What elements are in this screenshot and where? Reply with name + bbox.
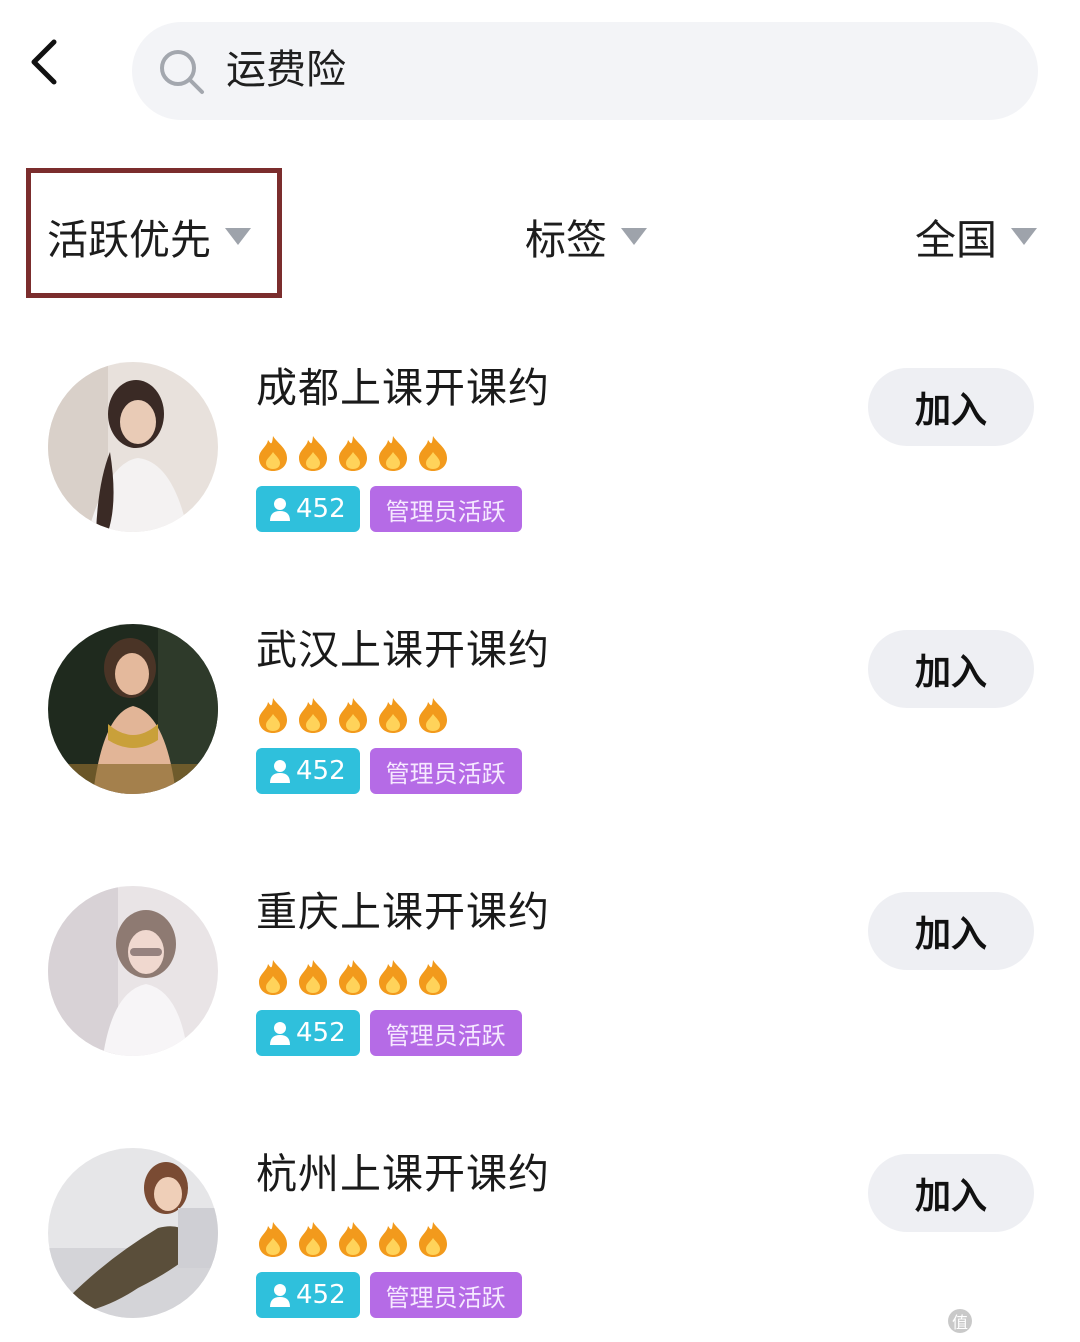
join-button[interactable]: 加入 (868, 1154, 1034, 1232)
filter-region-label: 全国 (915, 216, 997, 264)
flame-icon (339, 698, 367, 733)
filter-tag[interactable]: 标签 (525, 206, 647, 266)
member-count: 452 (296, 1018, 346, 1048)
flame-icon (299, 698, 327, 733)
rating-flames (256, 434, 450, 472)
filter-tag-label: 标签 (525, 216, 607, 264)
join-button[interactable]: 加入 (868, 630, 1034, 708)
person-icon (270, 498, 290, 521)
join-button[interactable]: 加入 (868, 892, 1034, 970)
watermark-text: 什么值得买 (978, 1310, 1078, 1334)
avatar (48, 886, 218, 1056)
filter-active-label: 活跃优先 (47, 216, 211, 264)
back-button[interactable] (14, 32, 74, 92)
flame-icon (339, 436, 367, 471)
watermark-logo-icon: 值 (948, 1308, 972, 1333)
top-bar: 运费险 (0, 0, 1080, 140)
join-button[interactable]: 加入 (868, 368, 1034, 446)
group-title: 成都上课开课约 (256, 364, 550, 412)
flame-icon (299, 1222, 327, 1257)
watermark: 值 什么值得买 (948, 1306, 1078, 1335)
flame-icon (259, 1222, 287, 1257)
flame-icon (419, 960, 447, 995)
filter-region[interactable]: 全国 (915, 206, 1037, 266)
search-bar[interactable]: 运费险 (132, 22, 1038, 120)
caret-down-icon (1011, 227, 1037, 245)
admin-active-badge: 管理员活跃 (369, 1272, 522, 1318)
search-query[interactable]: 运费险 (226, 44, 346, 96)
admin-active-badge: 管理员活跃 (369, 486, 522, 532)
flame-icon (379, 1222, 407, 1257)
flame-icon (419, 698, 447, 733)
member-count-badge: 452 (256, 1272, 360, 1318)
rating-flames (256, 1220, 450, 1258)
flame-icon (419, 1222, 447, 1257)
flame-icon (299, 960, 327, 995)
rating-flames (256, 696, 450, 734)
avatar (48, 624, 218, 794)
person-icon (270, 760, 290, 783)
flame-icon (259, 436, 287, 471)
flame-icon (379, 436, 407, 471)
group-title: 重庆上课开课约 (256, 888, 550, 936)
badges: 452 管理员活跃 (256, 1010, 522, 1056)
flame-icon (259, 960, 287, 995)
list-item[interactable]: 武汉上课开课约 452 管理员活跃 加入 (0, 592, 1080, 832)
flame-icon (259, 698, 287, 733)
badges: 452 管理员活跃 (256, 1272, 522, 1318)
list-item[interactable]: 重庆上课开课约 452 管理员活跃 加入 (0, 854, 1080, 1094)
chevron-left-icon (31, 39, 57, 85)
rating-flames (256, 958, 450, 996)
flame-icon (339, 1222, 367, 1257)
badges: 452 管理员活跃 (256, 486, 522, 532)
person-icon (270, 1022, 290, 1045)
filter-bar: 活跃优先 标签 全国 (0, 160, 1080, 310)
member-count: 452 (296, 494, 346, 524)
avatar (48, 362, 218, 532)
member-count: 452 (296, 756, 346, 786)
search-icon (160, 50, 204, 94)
member-count-badge: 452 (256, 1010, 360, 1056)
flame-icon (419, 436, 447, 471)
member-count: 452 (296, 1280, 346, 1310)
caret-down-icon (621, 227, 647, 245)
person-icon (270, 1284, 290, 1307)
admin-active-badge: 管理员活跃 (369, 1010, 522, 1056)
list-item[interactable]: 杭州上课开课约 452 管理员活跃 加入 (0, 1116, 1080, 1342)
flame-icon (379, 698, 407, 733)
flame-icon (299, 436, 327, 471)
member-count-badge: 452 (256, 748, 360, 794)
badges: 452 管理员活跃 (256, 748, 522, 794)
flame-icon (339, 960, 367, 995)
list-item[interactable]: 成都上课开课约 452 管理员活跃 加入 (0, 330, 1080, 570)
member-count-badge: 452 (256, 486, 360, 532)
caret-down-icon (225, 227, 251, 245)
group-title: 杭州上课开课约 (256, 1150, 550, 1198)
filter-active-first[interactable]: 活跃优先 (47, 206, 251, 266)
flame-icon (379, 960, 407, 995)
admin-active-badge: 管理员活跃 (369, 748, 522, 794)
group-title: 武汉上课开课约 (256, 626, 550, 674)
avatar (48, 1148, 218, 1318)
